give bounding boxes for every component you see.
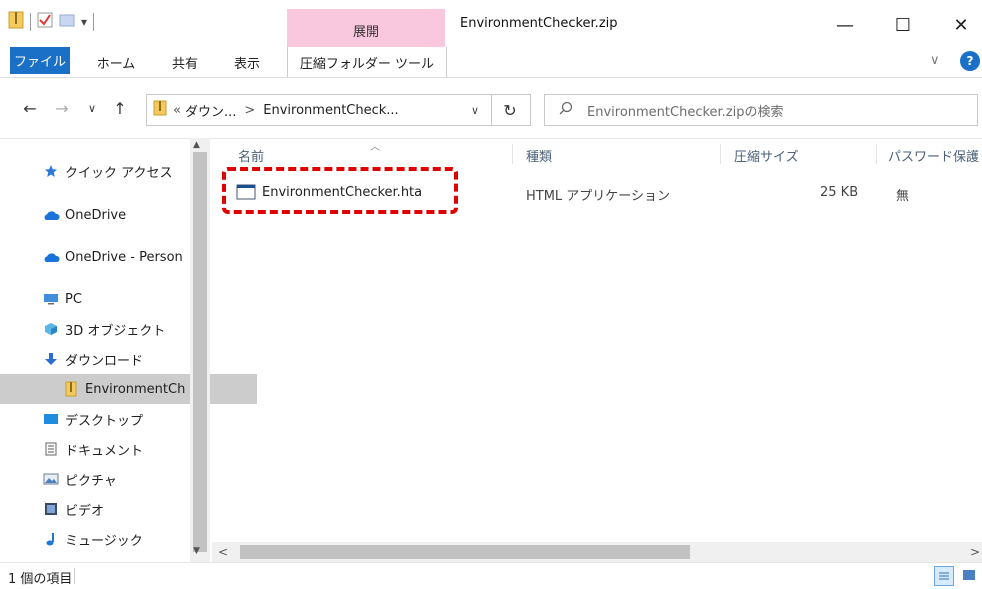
large-icons-view-icon[interactable] — [960, 567, 978, 583]
nav-item-label: ドキュメント — [65, 443, 144, 459]
download-icon — [42, 352, 60, 366]
nav-item-label: ビデオ — [65, 503, 105, 519]
toolbar-separator — [30, 13, 31, 31]
refresh-button[interactable]: ↻ — [490, 94, 531, 126]
details-view-icon[interactable] — [934, 566, 954, 586]
item-count: 1 個の項目 — [8, 572, 73, 587]
column-header-type[interactable]: 種類 — [526, 146, 552, 165]
close-button[interactable]: ✕ — [946, 10, 976, 40]
ribbon-expand-icon[interactable]: ∨ — [930, 53, 940, 68]
forward-button[interactable]: → — [50, 96, 74, 120]
search-placeholder: EnvironmentChecker.zipの検索 — [587, 104, 784, 120]
pc-icon — [42, 292, 60, 306]
nav-item-label: OneDrive - Person — [65, 249, 183, 265]
help-icon[interactable]: ? — [960, 51, 980, 71]
tab-compressed-folder-tools[interactable]: 圧縮フォルダー ツール — [287, 47, 447, 77]
cloud-icon — [42, 250, 60, 264]
tab-file[interactable]: ファイル — [10, 47, 70, 74]
nav-item-label: PC — [65, 291, 82, 307]
column-headers: ︿ 名前 種類 圧縮サイズ パスワード保護 — [212, 138, 982, 168]
sort-up-icon: ︿ — [370, 142, 380, 153]
scroll-up-arrow[interactable]: ▲ — [193, 140, 200, 150]
up-button[interactable]: ↑ — [108, 96, 132, 120]
toolbar-separator — [93, 13, 95, 31]
column-divider[interactable] — [512, 144, 513, 164]
highlight-annotation — [222, 167, 458, 214]
window-title: EnvironmentChecker.zip — [460, 16, 618, 31]
properties-icon[interactable] — [37, 12, 53, 32]
navigation-pane: クイック アクセス OneDrive OneDrive - Person PC … — [0, 138, 257, 562]
tab-view[interactable]: 表示 — [222, 47, 272, 77]
video-icon — [42, 502, 60, 516]
scroll-left-arrow[interactable]: < — [218, 545, 228, 559]
search-icon — [559, 101, 573, 119]
document-icon — [42, 442, 60, 456]
context-tab-label: 展開 — [352, 25, 379, 40]
qat-dropdown-icon[interactable]: ▾ — [81, 15, 87, 29]
maximize-button[interactable]: ☐ — [888, 10, 918, 40]
nav-item-label: クイック アクセス — [65, 165, 173, 181]
nav-pane-scroll-thumb[interactable] — [193, 152, 207, 552]
file-password: 無 — [896, 189, 910, 204]
back-button[interactable]: ← — [18, 96, 42, 120]
column-divider[interactable] — [876, 144, 877, 164]
horizontal-scroll-thumb[interactable] — [240, 545, 690, 559]
search-box[interactable]: EnvironmentChecker.zipの検索 — [544, 94, 978, 126]
navigation-bar: ← → ∨ ↑ « ダウン... > EnvironmentCheck... ∨… — [0, 78, 982, 139]
quick-access-toolbar: ▾ — [8, 8, 95, 36]
tab-home[interactable]: ホーム — [86, 47, 146, 77]
zip-folder-icon — [62, 381, 80, 397]
status-bar: 1 個の項目 — [0, 562, 982, 589]
folder-zip-icon[interactable] — [8, 11, 24, 33]
new-folder-icon[interactable] — [59, 12, 75, 32]
picture-icon — [42, 472, 60, 486]
zip-folder-icon — [153, 100, 167, 120]
ribbon-tabs: ファイル ホーム 共有 表示 圧縮フォルダー ツール ∨ ? — [0, 47, 982, 78]
nav-item-label: OneDrive — [65, 207, 127, 223]
nav-item-label: ピクチャ — [65, 473, 117, 489]
cube-icon — [42, 322, 60, 336]
breadcrumb-overflow[interactable]: « — [173, 103, 181, 118]
nav-item-label: デスクトップ — [65, 413, 144, 429]
tab-share[interactable]: 共有 — [160, 47, 210, 77]
scroll-right-arrow[interactable]: > — [970, 545, 980, 559]
column-header-password[interactable]: パスワード保護 — [888, 146, 979, 165]
address-bar[interactable]: « ダウン... > EnvironmentCheck... ∨ — [146, 94, 492, 126]
context-tab-header: 展開 — [287, 9, 445, 47]
column-header-compressed-size[interactable]: 圧縮サイズ — [734, 146, 799, 165]
file-type: HTML アプリケーション — [526, 189, 671, 204]
nav-item-label: ダウンロード — [65, 353, 144, 369]
breadcrumb-item[interactable]: ダウン... — [185, 101, 236, 120]
nav-item-environmentchecker[interactable]: EnvironmentCh — [0, 374, 257, 404]
status-divider — [74, 568, 75, 584]
column-header-name[interactable]: 名前 — [238, 146, 264, 165]
recent-locations-button[interactable]: ∨ — [80, 96, 104, 120]
scroll-down-arrow[interactable]: ▼ — [193, 546, 200, 556]
desktop-icon — [42, 412, 60, 426]
nav-item-label: ミュージック — [65, 533, 143, 549]
address-dropdown-icon[interactable]: ∨ — [471, 104, 479, 117]
breadcrumb-item[interactable]: EnvironmentCheck... — [263, 103, 398, 118]
nav-item-label: EnvironmentCh — [85, 381, 186, 397]
title-bar: ▾ 展開 EnvironmentChecker.zip — ☐ ✕ — [0, 0, 982, 47]
star-icon — [42, 164, 60, 178]
file-size: 25 KB — [820, 185, 859, 200]
breadcrumb-separator[interactable]: > — [244, 103, 255, 118]
nav-item-label: 3D オブジェクト — [65, 323, 166, 339]
column-divider[interactable] — [720, 144, 721, 164]
minimize-button[interactable]: — — [830, 10, 860, 40]
cloud-icon — [42, 208, 60, 222]
music-icon — [42, 532, 60, 546]
